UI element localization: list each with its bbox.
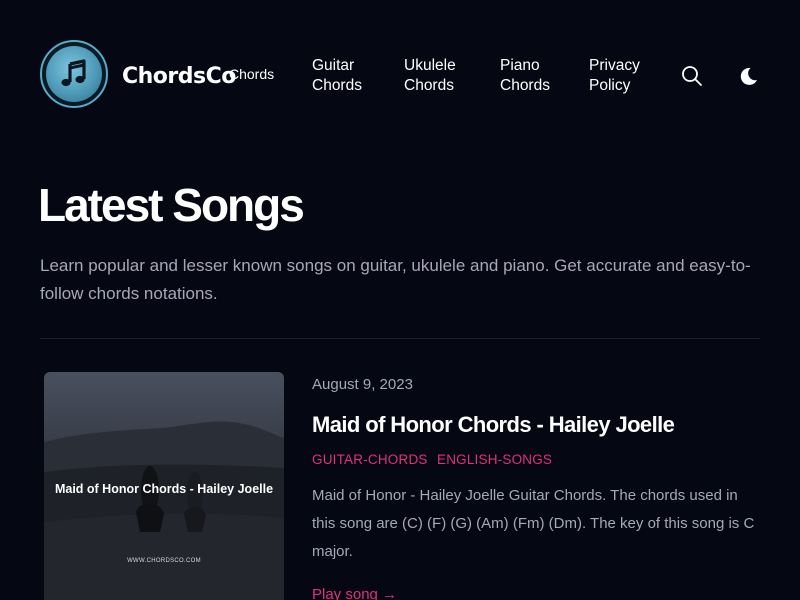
post-thumbnail[interactable]: Maid of Honor Chords - Hailey Joelle WWW… bbox=[44, 372, 284, 600]
nav-label-line2: Chords bbox=[500, 77, 550, 94]
thumbnail-title: Maid of Honor Chords - Hailey Joelle bbox=[54, 482, 274, 496]
post-excerpt: Maid of Honor - Hailey Joelle Guitar Cho… bbox=[312, 487, 755, 560]
nav-label-line1: Privacy bbox=[589, 57, 640, 74]
brand-superscript: Chords bbox=[229, 66, 275, 82]
nav-label-line2: Policy bbox=[589, 77, 631, 94]
nav-label-line1: Guitar bbox=[312, 57, 355, 74]
nav-piano-chords[interactable]: Piano Chords bbox=[500, 56, 550, 96]
nav-label-line2: Chords bbox=[404, 77, 454, 94]
music-note-icon bbox=[46, 46, 102, 102]
nav-guitar-chords[interactable]: Guitar Chords bbox=[312, 56, 362, 96]
tag-english-songs[interactable]: ENGLISH-SONGS bbox=[437, 452, 552, 467]
nav-ukulele-chords[interactable]: Ukulele Chords bbox=[404, 56, 456, 96]
search-icon[interactable] bbox=[680, 64, 704, 88]
moon-icon[interactable] bbox=[736, 64, 760, 88]
page-description: Learn popular and lesser known songs on … bbox=[40, 256, 751, 303]
tag-guitar-chords[interactable]: GUITAR-CHORDS bbox=[312, 452, 428, 467]
page-title: Latest Songs bbox=[38, 179, 305, 231]
thumbnail-url: WWW.CHORDSCO.COM bbox=[127, 558, 201, 564]
site-header: ChordsCo Chords Guitar Chords Ukulele Ch… bbox=[0, 0, 800, 150]
post-date: August 9, 2023 bbox=[312, 376, 413, 393]
site-logo[interactable] bbox=[40, 40, 108, 108]
play-song-link[interactable]: Play song → bbox=[312, 586, 397, 600]
nav-label-line1: Ukulele bbox=[404, 57, 456, 74]
nav-label-line2: Chords bbox=[312, 77, 362, 94]
nav-privacy-policy[interactable]: Privacy Policy bbox=[589, 56, 640, 96]
post-title[interactable]: Maid of Honor Chords - Hailey Joelle bbox=[312, 412, 675, 438]
brand-name[interactable]: ChordsCo bbox=[122, 64, 236, 89]
divider bbox=[40, 338, 760, 339]
nav-label-line1: Piano bbox=[500, 57, 540, 74]
